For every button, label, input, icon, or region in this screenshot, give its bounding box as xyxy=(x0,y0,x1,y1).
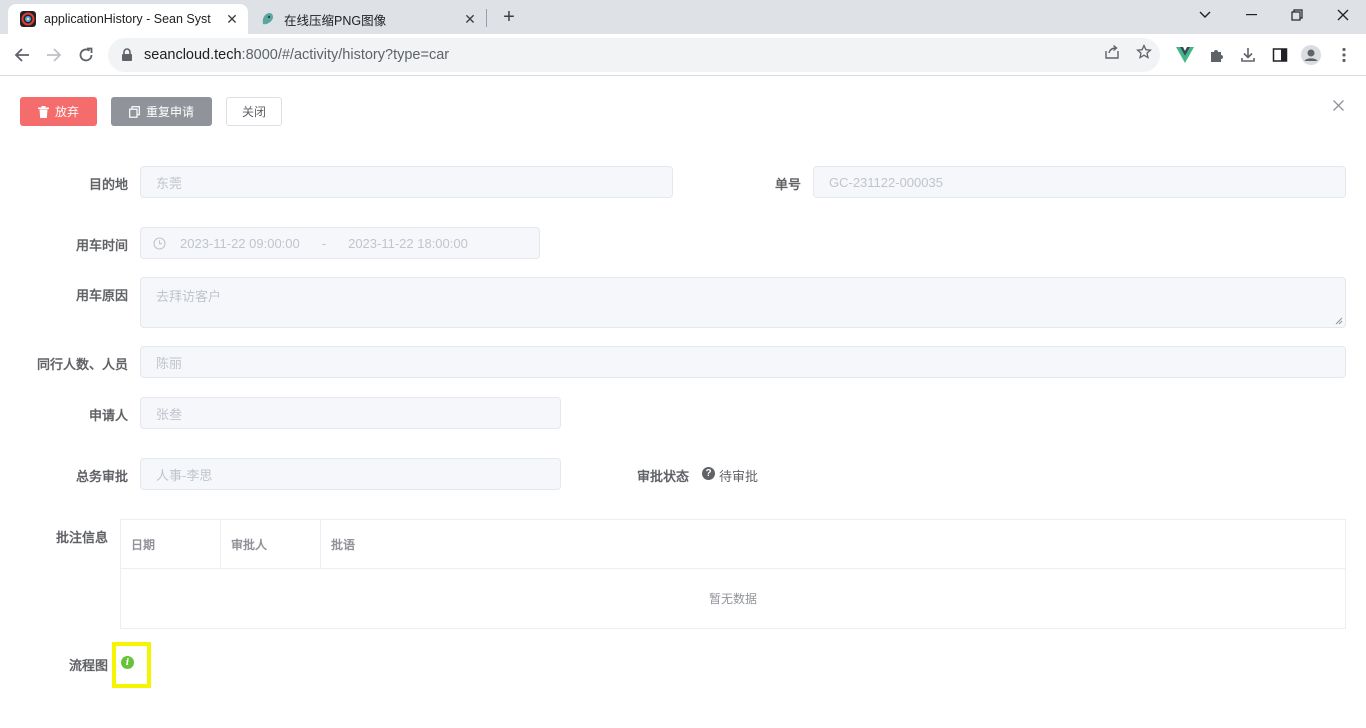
reapply-button[interactable]: 重复申请 xyxy=(111,97,212,126)
tab-title: 在线压缩PNG图像 xyxy=(284,13,387,28)
abandon-button[interactable]: 放弃 xyxy=(20,97,97,126)
panda-favicon-icon xyxy=(262,13,273,25)
close-label: 关闭 xyxy=(241,105,266,119)
tab-search-chevron-icon[interactable] xyxy=(1182,0,1228,30)
close-window-icon[interactable] xyxy=(1320,0,1366,30)
companions-label: 同行人数、人员 xyxy=(36,357,128,372)
flowchart-label: 流程图 xyxy=(68,658,108,673)
url-text: seancloud.tech:8000/#/activity/history?t… xyxy=(144,47,449,63)
column-header-approver[interactable]: 审批人 xyxy=(221,520,321,568)
companions-value: 陈丽 xyxy=(156,355,183,371)
forward-arrow-icon[interactable] xyxy=(39,40,69,70)
applicant-value: 张叁 xyxy=(156,406,183,422)
restore-icon[interactable] xyxy=(1274,0,1320,30)
resize-grip-icon[interactable] xyxy=(1335,317,1343,325)
info-circle-icon[interactable]: i xyxy=(121,656,134,669)
destination-field[interactable]: 东莞 xyxy=(140,166,673,198)
use-time-range-field[interactable]: 2023-11-22 09:00:00 - 2023-11-22 18:00:0… xyxy=(140,227,540,259)
lock-icon xyxy=(122,48,132,61)
companions-field[interactable]: 陈丽 xyxy=(140,346,1346,378)
comments-label: 批注信息 xyxy=(55,530,108,545)
tab-title: applicationHistory - Sean Syst xyxy=(44,12,211,26)
use-time-label: 用车时间 xyxy=(75,238,128,253)
reason-value: 去拜访客户 xyxy=(156,289,222,304)
address-bar[interactable]: seancloud.tech:8000/#/activity/history?t… xyxy=(108,38,1160,72)
general-approval-label: 总务审批 xyxy=(75,469,128,484)
reapply-label: 重复申请 xyxy=(145,105,194,119)
general-approval-value: 人事-李思 xyxy=(156,467,213,483)
menu-kebab-icon[interactable] xyxy=(1334,45,1354,65)
approval-status-label: 审批状态 xyxy=(636,469,689,484)
url-path: :8000/#/activity/history?type=car xyxy=(241,47,450,63)
reload-icon[interactable] xyxy=(71,40,101,70)
profile-avatar-icon[interactable] xyxy=(1301,45,1321,65)
tab-separator xyxy=(486,9,487,27)
table-empty-text: 暂无数据 xyxy=(708,592,757,606)
comments-table: 日期 审批人 批语 暂无数据 xyxy=(120,519,1346,629)
column-header-date[interactable]: 日期 xyxy=(121,520,221,568)
column-header-remark[interactable]: 批语 xyxy=(321,520,1345,568)
close-dialog-icon[interactable] xyxy=(1330,97,1346,113)
use-time-start: 2023-11-22 09:00:00 xyxy=(180,235,300,251)
approval-status-value: 待审批 xyxy=(719,469,759,484)
extensions-puzzle-icon[interactable] xyxy=(1207,45,1227,65)
clock-icon xyxy=(153,236,166,250)
question-circle-icon: ? xyxy=(702,467,715,480)
close-button[interactable]: 关闭 xyxy=(226,97,282,126)
close-tab-icon[interactable]: ✕ xyxy=(460,9,480,29)
reason-label: 用车原因 xyxy=(75,288,128,303)
vue-devtools-icon[interactable] xyxy=(1175,45,1195,65)
order-number-label: 单号 xyxy=(774,177,801,192)
reason-textarea[interactable]: 去拜访客户 xyxy=(140,277,1346,328)
close-tab-icon[interactable]: ✕ xyxy=(222,9,242,29)
use-time-separator: - xyxy=(321,235,327,251)
download-icon[interactable] xyxy=(1238,45,1258,65)
side-panel-icon[interactable] xyxy=(1270,45,1290,65)
share-icon[interactable] xyxy=(1103,43,1121,61)
trash-icon xyxy=(37,105,49,118)
app-favicon-icon xyxy=(20,11,36,27)
destination-value: 东莞 xyxy=(156,175,183,191)
bookmark-star-icon[interactable] xyxy=(1135,43,1153,61)
applicant-label: 申请人 xyxy=(88,408,128,423)
new-tab-icon[interactable]: + xyxy=(498,6,520,28)
use-time-end: 2023-11-22 18:00:00 xyxy=(348,235,468,251)
order-number-value: GC-231122-000035 xyxy=(829,174,943,190)
order-number-field[interactable]: GC-231122-000035 xyxy=(813,166,1346,198)
browser-tabstrip: applicationHistory - Sean Syst ✕ 在线压缩PNG… xyxy=(0,0,1366,34)
comments-table-header: 日期 审批人 批语 xyxy=(121,520,1345,569)
abandon-label: 放弃 xyxy=(54,105,79,119)
url-host: seancloud.tech xyxy=(144,47,242,63)
applicant-field[interactable]: 张叁 xyxy=(140,397,561,429)
back-arrow-icon[interactable] xyxy=(7,40,37,70)
tab-application-history[interactable]: applicationHistory - Sean Syst ✕ xyxy=(8,4,248,34)
destination-label: 目的地 xyxy=(88,177,128,192)
tab-png-compress[interactable]: 在线压缩PNG图像 ✕ xyxy=(250,4,486,34)
general-approval-field[interactable]: 人事-李思 xyxy=(140,458,561,490)
copy-document-icon xyxy=(129,105,140,118)
minimize-icon[interactable] xyxy=(1228,0,1274,30)
browser-toolbar: seancloud.tech:8000/#/activity/history?t… xyxy=(0,34,1366,76)
